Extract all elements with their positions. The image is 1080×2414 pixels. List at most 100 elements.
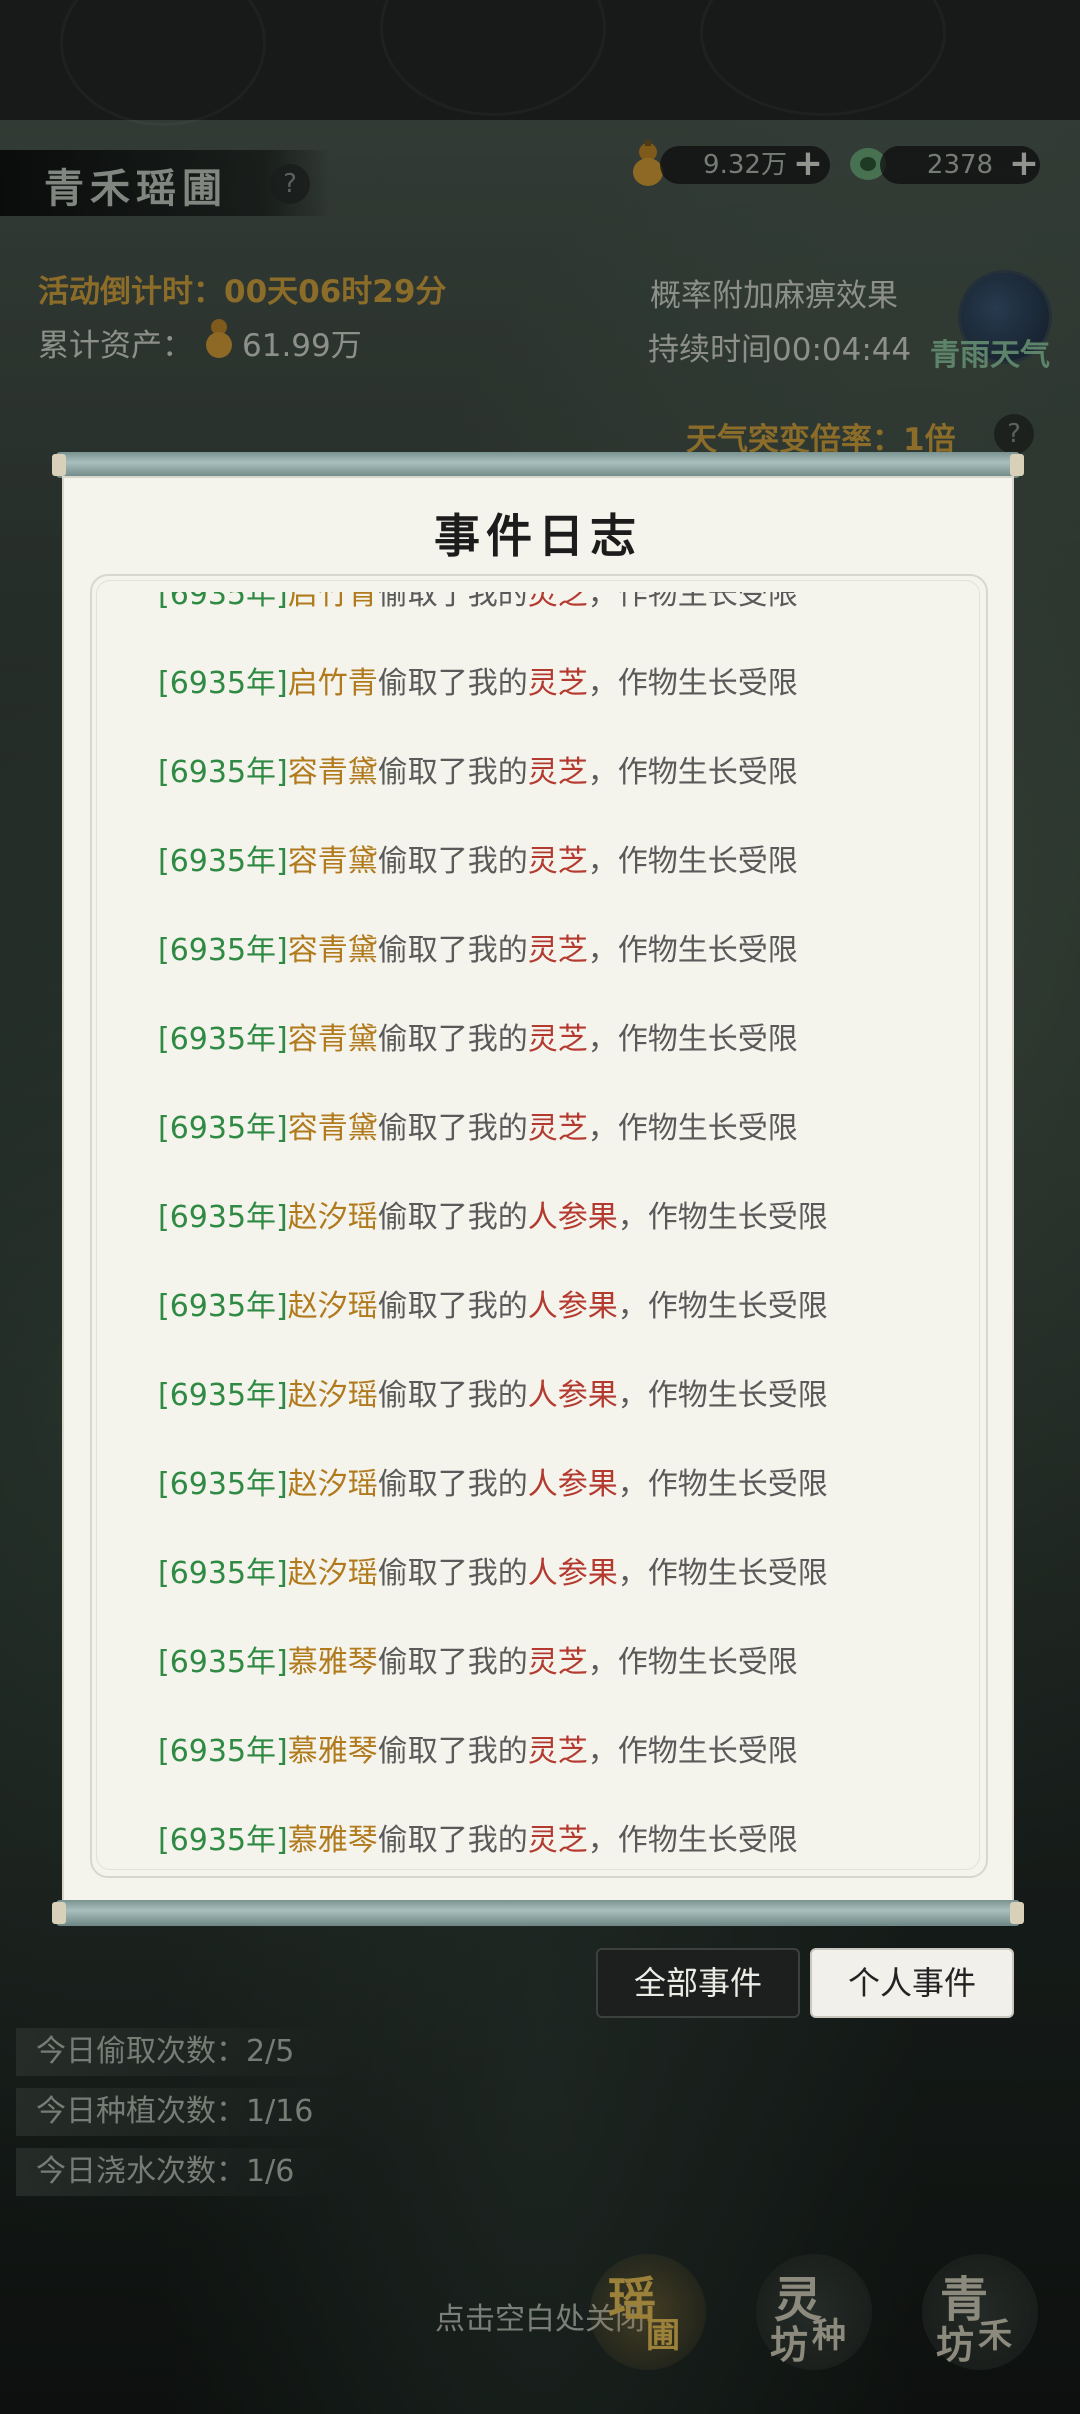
log-result: ，作物生长受限 (587, 666, 798, 701)
log-player-name: 赵汐瑶 (287, 1200, 378, 1235)
log-year: [6935年] (158, 933, 288, 968)
log-entry: [6935年]赵汐瑶偷取了我的人参果，作物生长受限 (158, 1173, 828, 1262)
tab-all-events[interactable]: 全部事件 (596, 1948, 800, 2018)
log-year: [6935年] (158, 1467, 288, 1502)
log-player-name: 慕雅琴 (287, 1645, 378, 1680)
log-action: 偷取了我的 (377, 933, 528, 968)
log-result: ，作物生长受限 (617, 1289, 828, 1324)
log-entry: [6935年]慕雅琴偷取了我的灵芝，作物生长受限 (158, 1707, 828, 1796)
log-result: ，作物生长受限 (587, 1734, 798, 1769)
log-crop: 灵芝 (527, 844, 588, 879)
scroll-top-cap-left (52, 454, 66, 476)
log-entry: [6935年]容青黛偷取了我的灵芝，作物生长受限 (158, 817, 828, 906)
log-crop: 灵芝 (527, 1022, 588, 1057)
log-entry: [6935年]赵汐瑶偷取了我的人参果，作物生长受限 (158, 1440, 828, 1529)
log-crop: 人参果 (527, 1200, 618, 1235)
log-entry: [6935年]容青黛偷取了我的灵芝，作物生长受限 (158, 728, 828, 817)
log-action: 偷取了我的 (377, 1645, 528, 1680)
log-entry: [6935年]慕雅琴偷取了我的灵芝，作物生长受限 (158, 1796, 828, 1858)
log-crop: 人参果 (527, 1378, 618, 1413)
log-year: [6935年] (158, 1823, 288, 1858)
log-action: 偷取了我的 (377, 1289, 528, 1324)
log-action: 偷取了我的 (377, 666, 528, 701)
log-result: ，作物生长受限 (617, 1556, 828, 1591)
log-player-name: 容青黛 (287, 844, 378, 879)
log-player-name: 启竹青 (287, 592, 378, 612)
log-player-name: 赵汐瑶 (287, 1556, 378, 1591)
log-year: [6935年] (158, 1734, 288, 1769)
log-result: ，作物生长受限 (587, 1645, 798, 1680)
log-year: [6935年] (158, 755, 288, 790)
scroll-bottom-cap-right (1010, 1902, 1024, 1924)
log-action: 偷取了我的 (377, 1022, 528, 1057)
log-player-name: 容青黛 (287, 1022, 378, 1057)
log-player-name: 启竹青 (287, 666, 378, 701)
log-year: [6935年] (158, 1022, 288, 1057)
log-year: [6935年] (158, 1556, 288, 1591)
log-crop: 灵芝 (527, 933, 588, 968)
log-action: 偷取了我的 (377, 1378, 528, 1413)
log-player-name: 赵汐瑶 (287, 1378, 378, 1413)
dialog-title: 事件日志 (434, 509, 642, 563)
log-entry: [6935年]赵汐瑶偷取了我的人参果，作物生长受限 (158, 1262, 828, 1351)
log-entry: [6935年]容青黛偷取了我的灵芝，作物生长受限 (158, 995, 828, 1084)
log-crop: 灵芝 (527, 1823, 588, 1858)
scroll-bottom-cap-left (52, 1902, 66, 1924)
scroll-top-rod (56, 452, 1020, 478)
log-result: ，作物生长受限 (587, 1022, 798, 1057)
log-action: 偷取了我的 (377, 1823, 528, 1858)
log-year: [6935年] (158, 1289, 288, 1324)
log-result: ，作物生长受限 (617, 1378, 828, 1413)
log-action: 偷取了我的 (377, 755, 528, 790)
log-action: 偷取了我的 (377, 1734, 528, 1769)
log-result: ，作物生长受限 (587, 592, 798, 612)
log-player-name: 赵汐瑶 (287, 1467, 378, 1502)
log-crop: 灵芝 (527, 1734, 588, 1769)
log-entry: [6935年]容青黛偷取了我的灵芝，作物生长受限 (158, 1084, 828, 1173)
log-action: 偷取了我的 (377, 1200, 528, 1235)
log-crop: 灵芝 (527, 666, 588, 701)
log-result: ，作物生长受限 (587, 1111, 798, 1146)
log-scroll-area[interactable]: [6935年]启竹青偷取了我的灵芝，作物生长受限 [6935年]启竹青偷取了我的灵… (158, 592, 978, 1858)
log-result: ，作物生长受限 (617, 1200, 828, 1235)
log-player-name: 容青黛 (287, 755, 378, 790)
log-year: [6935年] (158, 1200, 288, 1235)
tab-personal-events[interactable]: 个人事件 (810, 1948, 1014, 2018)
log-result: ，作物生长受限 (587, 1823, 798, 1858)
log-year: [6935年] (158, 666, 288, 701)
log-entry: [6935年]容青黛偷取了我的灵芝，作物生长受限 (158, 906, 828, 995)
log-crop: 人参果 (527, 1467, 618, 1502)
log-year: [6935年] (158, 1111, 288, 1146)
log-crop: 灵芝 (527, 592, 588, 612)
log-list: [6935年]启竹青偷取了我的灵芝，作物生长受限 [6935年]启竹青偷取了我的灵… (158, 592, 828, 1858)
log-player-name: 慕雅琴 (287, 1823, 378, 1858)
log-entry: [6935年]赵汐瑶偷取了我的人参果，作物生长受限 (158, 1529, 828, 1618)
log-entry: [6935年]启竹青偷取了我的灵芝，作物生长受限 (158, 639, 828, 728)
log-player-name: 赵汐瑶 (287, 1289, 378, 1324)
log-result: ，作物生长受限 (587, 933, 798, 968)
log-crop: 人参果 (527, 1556, 618, 1591)
log-player-name: 容青黛 (287, 1111, 378, 1146)
log-result: ，作物生长受限 (587, 844, 798, 879)
log-crop: 灵芝 (527, 1111, 588, 1146)
log-action: 偷取了我的 (377, 844, 528, 879)
log-action: 偷取了我的 (377, 1556, 528, 1591)
log-player-name: 慕雅琴 (287, 1734, 378, 1769)
log-year: [6935年] (158, 592, 288, 612)
log-result: ，作物生长受限 (617, 1467, 828, 1502)
log-action: 偷取了我的 (377, 592, 528, 612)
log-crop: 人参果 (527, 1289, 618, 1324)
log-result: ，作物生长受限 (587, 755, 798, 790)
log-entry: [6935年]赵汐瑶偷取了我的人参果，作物生长受限 (158, 1351, 828, 1440)
event-log-dialog: 事件日志 [6935年]启竹青偷取了我的灵芝，作物生长受限 [6935年]启竹青偷… (62, 476, 1014, 1902)
log-entry: [6935年]慕雅琴偷取了我的灵芝，作物生长受限 (158, 1618, 828, 1707)
scroll-bottom-rod (56, 1900, 1020, 1926)
scroll-top-cap-right (1010, 454, 1024, 476)
log-entry: [6935年]启竹青偷取了我的灵芝，作物生长受限 (158, 592, 828, 639)
log-player-name: 容青黛 (287, 933, 378, 968)
log-action: 偷取了我的 (377, 1111, 528, 1146)
log-action: 偷取了我的 (377, 1467, 528, 1502)
log-year: [6935年] (158, 1645, 288, 1680)
log-crop: 灵芝 (527, 1645, 588, 1680)
log-crop: 灵芝 (527, 755, 588, 790)
